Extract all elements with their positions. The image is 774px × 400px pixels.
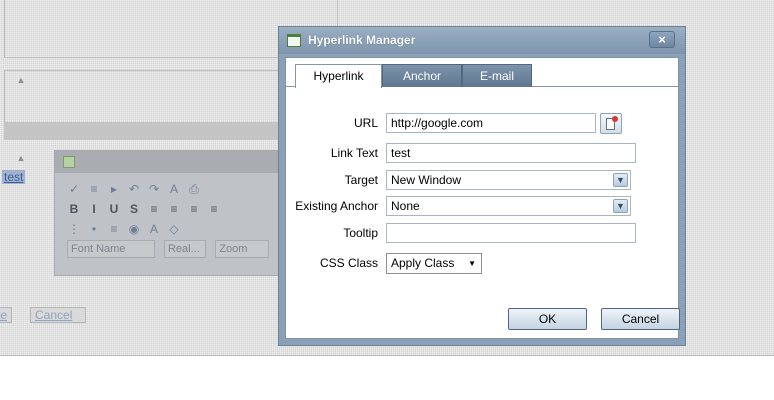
ok-button[interactable]: OK — [508, 308, 587, 330]
justify-icon: ≡ — [210, 202, 218, 216]
zoom-select: Zoom — [215, 240, 269, 258]
background-cancel-button: Cancel — [30, 307, 86, 323]
css-class-select[interactable]: Apply Class ▼ — [386, 253, 482, 274]
align-center-icon: ≡ — [170, 202, 178, 216]
css-class-selected-value: Apply Class — [391, 256, 455, 270]
pin-icon — [612, 116, 618, 122]
editor-titlebar — [55, 151, 278, 173]
highlight-icon: ◇ — [169, 222, 179, 236]
toolbar-row: B I U S ≡ ≡ ≡ ≡ — [67, 199, 272, 219]
tab-anchor[interactable]: Anchor — [382, 64, 462, 87]
selected-editor-text: test — [2, 170, 26, 184]
numbered-list-icon: ⋮ — [68, 222, 80, 236]
pointer-icon: ▸ — [110, 182, 118, 196]
target-selected-value: New Window — [391, 173, 462, 187]
url-field[interactable]: http://google.com — [386, 113, 596, 133]
toolbar-row: ⋮ • ≡ ◉ A ◇ — [67, 219, 272, 239]
background-button: te — [0, 307, 13, 323]
undo-icon: ↶ — [128, 182, 140, 196]
document-manager-icon[interactable] — [600, 113, 622, 134]
toolbar-row: Font Name Real... Zoom — [67, 239, 272, 259]
background-editor-toolbar: ✓ ≡ ▸ ↶ ↷ A ⎙ B I U S ≡ ≡ ≡ ≡ ⋮ • ≡ ◉ A … — [54, 150, 279, 276]
tab-hyperlink[interactable]: Hyperlink — [295, 64, 382, 88]
underline-icon: U — [109, 202, 119, 216]
bulleted-list-icon: • — [91, 222, 97, 236]
editor-icon — [63, 156, 75, 168]
font-name-select: Font Name — [67, 240, 155, 258]
cancel-button[interactable]: Cancel — [601, 308, 680, 330]
align-right-icon: ≡ — [190, 202, 198, 216]
tooltip-label: Tooltip — [343, 226, 378, 240]
hyperlink-manager-dialog: Hyperlink Manager × Hyperlink Anchor E-m… — [278, 26, 686, 346]
align-left-icon: ≡ — [150, 202, 158, 216]
link-text-label: Link Text — [330, 146, 378, 160]
link-icon: ◉ — [128, 222, 140, 236]
indent-icon: ≡ — [110, 222, 118, 236]
existing-anchor-select[interactable]: None ▼ — [386, 196, 631, 216]
collapse-icon: ▲ — [16, 153, 26, 163]
existing-anchor-selected-value: None — [391, 199, 420, 213]
font-color-icon: A — [149, 222, 158, 236]
bold-icon: B — [69, 202, 79, 216]
toolbar-row: ✓ ≡ ▸ ↶ ↷ A ⎙ — [67, 179, 272, 199]
chevron-down-icon: ▼ — [468, 259, 476, 268]
link-text-field[interactable]: test — [386, 143, 636, 163]
close-icon[interactable]: × — [649, 31, 675, 48]
existing-anchor-label: Existing Anchor — [295, 199, 378, 213]
chevron-down-icon[interactable]: ▼ — [613, 173, 628, 187]
print-icon: ⎙ — [189, 181, 199, 196]
tab-email[interactable]: E-mail — [462, 64, 532, 87]
css-class-label: CSS Class — [319, 256, 378, 270]
paragraph-icon: ≡ — [90, 182, 98, 196]
strikethrough-icon: S — [129, 202, 138, 216]
hyperlink-manager-icon — [287, 34, 301, 47]
tooltip-field[interactable] — [386, 223, 636, 243]
redo-icon: ↷ — [148, 182, 160, 196]
spellcheck-icon: ✓ — [68, 182, 80, 196]
target-label: Target — [344, 173, 378, 187]
background-strip — [4, 122, 284, 140]
italic-icon: I — [92, 202, 96, 216]
dialog-body: Hyperlink Anchor E-mail URL http://googl… — [285, 57, 680, 339]
dialog-titlebar[interactable]: Hyperlink Manager × — [279, 27, 685, 54]
font-size-select: Real... — [164, 240, 207, 258]
chevron-down-icon[interactable]: ▼ — [613, 199, 628, 213]
url-label: URL — [353, 116, 378, 130]
target-select[interactable]: New Window ▼ — [386, 170, 631, 190]
editor-toolbar-buttons: ✓ ≡ ▸ ↶ ↷ A ⎙ B I U S ≡ ≡ ≡ ≡ ⋮ • ≡ ◉ A … — [67, 179, 272, 259]
tab-strip: Hyperlink Anchor E-mail — [286, 58, 678, 88]
collapse-icon: ▲ — [16, 75, 26, 85]
dialog-title: Hyperlink Manager — [308, 33, 416, 47]
find-icon: A — [169, 182, 178, 196]
